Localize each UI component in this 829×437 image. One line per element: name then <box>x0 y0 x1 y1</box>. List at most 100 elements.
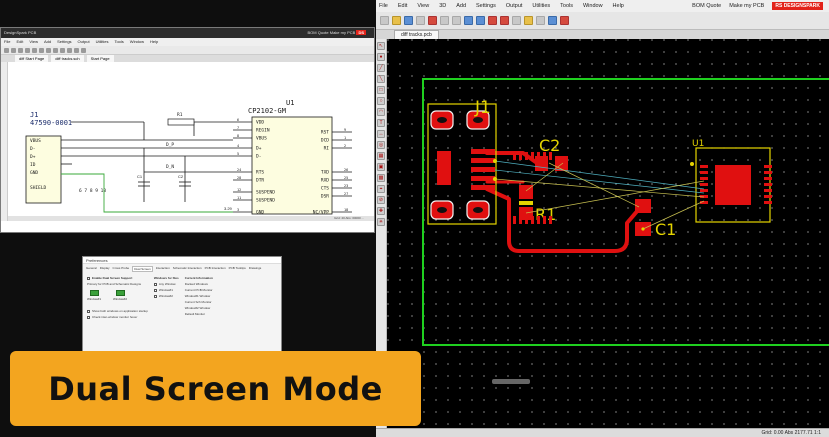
zoom-in-icon[interactable] <box>488 16 497 25</box>
j1-center-pad[interactable] <box>437 151 451 185</box>
print-icon[interactable] <box>416 16 425 25</box>
rect-tool-icon[interactable]: □ <box>377 86 385 94</box>
window2-radio[interactable] <box>153 294 157 298</box>
pcb-horizontal-scrollbar[interactable] <box>492 379 530 384</box>
drill-tool-icon[interactable]: ✚ <box>377 207 385 215</box>
u1-pin-pad[interactable] <box>764 201 772 204</box>
paste-icon[interactable] <box>46 47 51 53</box>
u1-pin-pad[interactable] <box>549 152 552 160</box>
any-window-radio[interactable] <box>153 282 157 286</box>
redo-icon[interactable] <box>60 47 65 53</box>
schematic-canvas[interactable]: J1 47590-0001 VBUS D- D+ ID GND SHIELD 6… <box>8 62 374 221</box>
u1-pin-pad[interactable] <box>543 152 546 160</box>
preferences-tab[interactable]: PCB Tooltips <box>229 266 246 272</box>
tab-pcb-file[interactable]: diff tracks.pcb <box>394 30 439 39</box>
u1-pin-pad[interactable] <box>700 183 708 186</box>
tab-schematic-file[interactable]: diff tracks.sch <box>51 55 84 62</box>
save-icon[interactable] <box>18 47 23 53</box>
window2-monitor-icon[interactable] <box>115 290 125 296</box>
redo-icon[interactable] <box>476 16 485 25</box>
preferences-tab[interactable]: PCB Interaction <box>205 266 226 272</box>
new-file-icon[interactable] <box>380 16 389 25</box>
bom-quote-link[interactable]: BOM Quote <box>692 3 721 9</box>
c2-pad-left[interactable] <box>535 156 548 171</box>
zoom-in-icon[interactable] <box>67 47 72 53</box>
u1-pin-pad[interactable] <box>537 216 540 224</box>
menu-item-window[interactable]: Window <box>583 3 603 9</box>
preferences-tab[interactable]: Schematic Interaction <box>173 266 202 272</box>
j1-pin-pad[interactable] <box>471 167 495 172</box>
menu-item-file[interactable]: File <box>379 3 388 9</box>
schematic-title-links[interactable]: BOM Quote Make my PCB <box>308 30 356 35</box>
preferences-tab[interactable]: Dual Screen <box>132 266 153 272</box>
zoom-fit-icon[interactable] <box>81 47 86 53</box>
u1-pin-pad[interactable] <box>519 216 522 224</box>
u1-pin-pad[interactable] <box>525 152 528 160</box>
u1-pin-pad[interactable] <box>764 189 772 192</box>
save-icon[interactable] <box>404 16 413 25</box>
window1-radio[interactable] <box>153 288 157 292</box>
highlight-icon[interactable] <box>524 16 533 25</box>
menu-item-utilities[interactable]: Utilities <box>532 3 550 9</box>
zoom-out-icon[interactable] <box>500 16 509 25</box>
menu-item-utilities[interactable]: Utilities <box>96 38 109 46</box>
new-file-icon[interactable] <box>4 47 9 53</box>
menu-item-tools[interactable]: Tools <box>560 3 573 9</box>
ratsnest-tool-icon[interactable]: ✳ <box>377 218 385 226</box>
open-file-icon[interactable] <box>11 47 16 53</box>
tab-start-page[interactable]: Start Page <box>86 55 114 62</box>
enable-dual-screen-checkbox[interactable] <box>87 276 90 280</box>
menu-item-add[interactable]: Add <box>456 3 466 9</box>
menu-item-settings[interactable]: Settings <box>57 38 71 46</box>
u1-pin-pad[interactable] <box>513 152 516 160</box>
copy-icon[interactable] <box>39 47 44 53</box>
cut-icon[interactable] <box>32 47 37 53</box>
track-tool-icon[interactable]: ╱ <box>377 64 385 72</box>
j1-pin-pad[interactable] <box>471 185 495 190</box>
menu-item-3d[interactable]: 3D <box>439 3 446 9</box>
u1-pin-pad[interactable] <box>764 165 772 168</box>
measure-tool-icon[interactable]: ⌖ <box>377 185 385 193</box>
text-tool-icon[interactable]: T <box>377 119 385 127</box>
menu-item-tools[interactable]: Tools <box>114 38 123 46</box>
route-icon[interactable] <box>560 16 569 25</box>
j1-pin-pad[interactable] <box>471 149 495 154</box>
keepout-tool-icon[interactable]: ⊘ <box>377 196 385 204</box>
circle-tool-icon[interactable]: ○ <box>377 97 385 105</box>
zoom-fit-icon[interactable] <box>512 16 521 25</box>
menu-item-view[interactable]: View <box>29 38 38 46</box>
print-icon[interactable] <box>25 47 30 53</box>
u1-pin-pad[interactable] <box>531 152 534 160</box>
preferences-tab[interactable]: Display <box>100 266 110 272</box>
copy-icon[interactable] <box>440 16 449 25</box>
tab-schematic-start[interactable]: diff Start Page <box>15 55 49 62</box>
u1-pin-pad[interactable] <box>700 171 708 174</box>
make-my-pcb-link[interactable]: Make my PCB <box>729 3 764 9</box>
u1-pin-pad[interactable] <box>700 189 708 192</box>
j1-pin-pad[interactable] <box>471 158 495 163</box>
j1-pin-pad[interactable] <box>471 176 495 181</box>
menu-item-add[interactable]: Add <box>44 38 51 46</box>
u1-pin-pad[interactable] <box>764 183 772 186</box>
grid-icon[interactable] <box>536 16 545 25</box>
schematic-side-toolbar[interactable] <box>1 62 8 221</box>
u1-pin-pad[interactable] <box>519 152 522 160</box>
startup-checkbox[interactable] <box>87 309 90 313</box>
open-folder-icon[interactable] <box>392 16 401 25</box>
u1-pin-pad[interactable] <box>764 195 772 198</box>
preferences-tab[interactable]: Drawings <box>249 266 262 272</box>
menu-item-window[interactable]: Window <box>130 38 144 46</box>
menu-item-help[interactable]: Help <box>150 38 158 46</box>
select-icon[interactable] <box>548 16 557 25</box>
u1-pin-pad[interactable] <box>525 216 528 224</box>
zoom-out-icon[interactable] <box>74 47 79 53</box>
menu-item-output[interactable]: Output <box>78 38 90 46</box>
u1-pin-pad[interactable] <box>543 216 546 224</box>
u1-pin-pad[interactable] <box>549 216 552 224</box>
u1-pin-pad[interactable] <box>700 165 708 168</box>
select-tool-icon[interactable]: ↖ <box>377 42 385 50</box>
preferences-tab[interactable]: General <box>86 266 97 272</box>
preferences-tab[interactable]: Interaction <box>156 266 170 272</box>
copper-pour-icon[interactable]: ▩ <box>377 174 385 182</box>
preferences-tab[interactable]: Cross Probe <box>113 266 130 272</box>
